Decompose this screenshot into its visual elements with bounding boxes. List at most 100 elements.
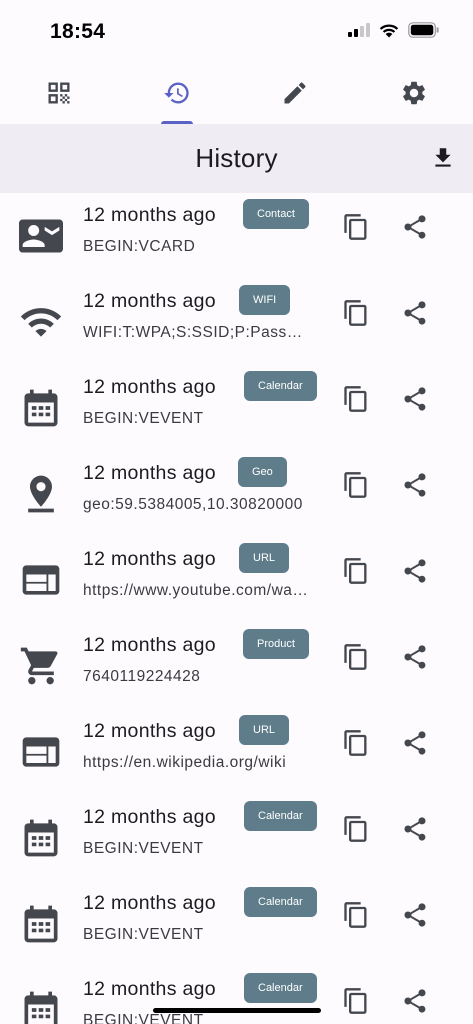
copy-icon (344, 472, 367, 498)
history-item-type-badge: Contact (243, 199, 309, 229)
history-item[interactable]: 12 months ago Geo geo:59.5384005,10.308200… (0, 451, 473, 537)
history-item[interactable]: 12 months ago Contact BEGIN:VCARD (0, 193, 473, 279)
copy-button[interactable] (342, 987, 370, 1015)
history-item-time: 12 months ago (83, 892, 216, 914)
download-button[interactable] (429, 144, 457, 172)
history-item-type-icon (18, 299, 64, 345)
history-item-type-icon (18, 729, 64, 775)
share-icon (404, 903, 426, 927)
shopping-cart-icon (20, 647, 58, 685)
calendar-icon (24, 819, 58, 857)
history-icon (164, 82, 189, 104)
copy-button[interactable] (342, 557, 370, 585)
history-item[interactable]: 12 months ago Product 7640119224428 (0, 623, 473, 709)
copy-button[interactable] (342, 213, 370, 241)
share-button[interactable] (401, 385, 429, 413)
share-button[interactable] (401, 729, 429, 757)
share-icon (404, 215, 426, 239)
calendar-icon (24, 905, 58, 943)
history-item-content: https://www.youtube.com/watch (83, 582, 311, 599)
share-button[interactable] (401, 901, 429, 929)
history-item[interactable]: 12 months ago WIFI WIFI:T:WPA;S:SSID;P:Pas… (0, 279, 473, 365)
battery-icon (408, 22, 439, 38)
history-item[interactable]: 12 months ago URL https://en.wikipedia.org… (0, 709, 473, 795)
tab-history[interactable] (118, 62, 236, 124)
copy-icon (344, 988, 367, 1014)
share-icon (404, 731, 426, 755)
tab-settings[interactable] (355, 62, 473, 124)
history-item-type-badge: WIFI (239, 285, 291, 315)
download-icon (435, 148, 451, 167)
share-icon (404, 473, 426, 497)
history-item-content: BEGIN:VEVENT (83, 1012, 204, 1024)
history-item-time: 12 months ago (83, 720, 216, 742)
history-item[interactable]: 12 months ago Calendar BEGIN:VEVENT (0, 795, 473, 881)
location-pin-icon (28, 475, 54, 513)
wifi-icon (20, 308, 62, 337)
share-button[interactable] (401, 471, 429, 499)
gear-icon (403, 81, 425, 105)
history-item-content: BEGIN:VEVENT (83, 840, 204, 857)
copy-icon (344, 730, 367, 756)
history-item[interactable]: 12 months ago Calendar BEGIN:VEVENT (0, 967, 473, 1024)
share-icon (404, 989, 426, 1013)
history-item-type-icon (18, 385, 64, 431)
copy-button[interactable] (342, 471, 370, 499)
copy-icon (344, 300, 367, 326)
history-item-type-icon (18, 901, 64, 947)
history-item-type-badge: Calendar (244, 973, 317, 1003)
copy-icon (344, 816, 367, 842)
copy-button[interactable] (342, 643, 370, 671)
history-item-type-icon (18, 471, 64, 517)
share-icon (404, 645, 426, 669)
history-item-type-icon (18, 213, 64, 259)
copy-icon (344, 558, 367, 584)
history-item-content: WIFI:T:WPA;S:SSID;P:Password;H:true;; (83, 324, 311, 341)
copy-button[interactable] (342, 901, 370, 929)
history-item-time: 12 months ago (83, 806, 216, 828)
history-item-time: 12 months ago (83, 462, 216, 484)
history-item-time: 12 months ago (83, 204, 216, 226)
tab-scan[interactable] (0, 62, 118, 124)
copy-button[interactable] (342, 385, 370, 413)
share-icon (404, 559, 426, 583)
history-item-time: 12 months ago (83, 376, 216, 398)
history-item[interactable]: 12 months ago URL https://www.youtube.com/… (0, 537, 473, 623)
qr-code-icon (48, 82, 70, 104)
share-button[interactable] (401, 557, 429, 585)
calendar-icon (24, 389, 58, 427)
history-list: 12 months ago Contact BEGIN:VCARD 12 months… (0, 193, 473, 1024)
copy-button[interactable] (342, 299, 370, 327)
copy-icon (344, 386, 367, 412)
share-button[interactable] (401, 815, 429, 843)
page-title: History (195, 143, 278, 173)
history-item-type-badge: Calendar (244, 887, 317, 917)
history-item-content: 7640119224428 (83, 668, 201, 685)
calendar-icon (24, 991, 58, 1024)
history-item-content: BEGIN:VEVENT (83, 926, 204, 943)
copy-icon (344, 644, 367, 670)
share-icon (404, 387, 426, 411)
history-item-time: 12 months ago (83, 978, 216, 1000)
history-item[interactable]: 12 months ago Calendar BEGIN:VEVENT (0, 365, 473, 451)
copy-button[interactable] (342, 729, 370, 757)
web-icon (22, 737, 60, 767)
tab-create[interactable] (236, 62, 354, 124)
history-item-type-badge: Calendar (244, 371, 317, 401)
history-item-content: BEGIN:VEVENT (83, 410, 204, 427)
share-button[interactable] (401, 299, 429, 327)
history-item-type-icon (18, 815, 64, 861)
share-button[interactable] (401, 213, 429, 241)
status-bar: 18:54 (0, 0, 473, 62)
history-item-type-badge: Calendar (244, 801, 317, 831)
history-item-time: 12 months ago (83, 634, 216, 656)
share-button[interactable] (401, 643, 429, 671)
copy-icon (344, 902, 367, 928)
share-button[interactable] (401, 987, 429, 1015)
wifi-status-icon (379, 24, 399, 38)
history-item-type-icon (18, 987, 64, 1024)
copy-button[interactable] (342, 815, 370, 843)
share-icon (404, 817, 426, 841)
pencil-icon (284, 82, 306, 104)
history-item[interactable]: 12 months ago Calendar BEGIN:VEVENT (0, 881, 473, 967)
